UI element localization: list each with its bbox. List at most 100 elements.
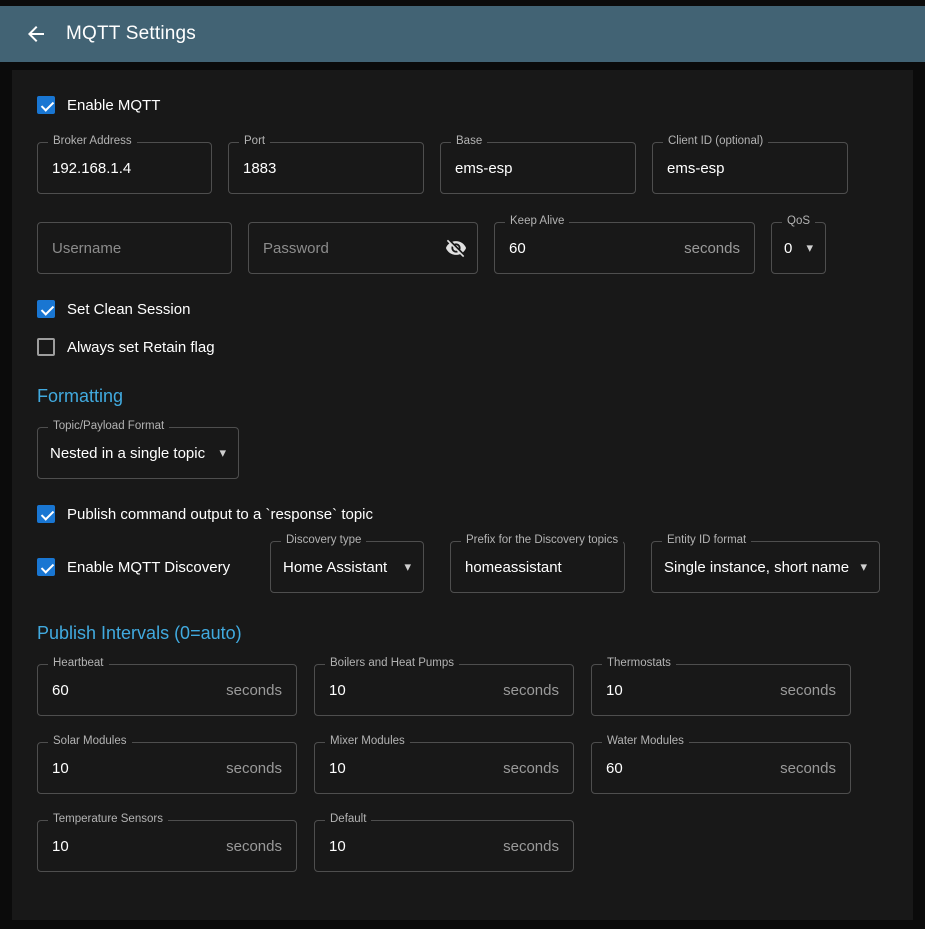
- interval-input[interactable]: [38, 760, 226, 777]
- entity-id-format-select[interactable]: Entity ID format Single instance, short …: [651, 541, 880, 593]
- broker-address-label: Broker Address: [48, 135, 137, 147]
- interval-suffix: seconds: [226, 838, 296, 855]
- connection-field-row: Broker Address Port Base Client ID (opti…: [37, 142, 888, 194]
- interval-suffix: seconds: [780, 760, 850, 777]
- interval-field-temperature-sensors[interactable]: Temperature Sensors seconds: [37, 820, 297, 872]
- formatting-heading: Formatting: [37, 386, 888, 407]
- interval-input[interactable]: [592, 760, 780, 777]
- app-bar: MQTT Settings: [0, 6, 925, 62]
- chevron-down-icon: ▾: [850, 559, 867, 575]
- keep-alive-field[interactable]: Keep Alive seconds: [494, 222, 755, 274]
- client-id-label: Client ID (optional): [663, 135, 768, 147]
- clean-session-label: Set Clean Session: [67, 301, 190, 318]
- discovery-type-select[interactable]: Discovery type Home Assistant ▾: [270, 541, 424, 593]
- enable-mqtt-label: Enable MQTT: [67, 97, 160, 114]
- interval-input[interactable]: [315, 838, 503, 855]
- interval-field-solar[interactable]: Solar Modules seconds: [37, 742, 297, 794]
- interval-suffix: seconds: [503, 682, 573, 699]
- interval-input[interactable]: [38, 838, 226, 855]
- qos-label: QoS: [782, 215, 815, 227]
- interval-label: Heartbeat: [48, 657, 109, 669]
- keep-alive-suffix: seconds: [684, 240, 754, 257]
- interval-suffix: seconds: [503, 760, 573, 777]
- topic-format-label: Topic/Payload Format: [48, 420, 169, 432]
- enable-mqtt-checkbox[interactable]: [37, 96, 55, 114]
- entity-id-format-value: Single instance, short name: [664, 559, 849, 576]
- entity-id-format-label: Entity ID format: [662, 534, 751, 546]
- base-input[interactable]: [441, 160, 635, 177]
- publish-response-row: Publish command output to a `response` t…: [37, 505, 888, 523]
- interval-field-heartbeat[interactable]: Heartbeat seconds: [37, 664, 297, 716]
- password-field[interactable]: [248, 222, 478, 274]
- topic-format-select[interactable]: Topic/Payload Format Nested in a single …: [37, 427, 239, 479]
- qos-value: 0: [784, 240, 792, 257]
- keep-alive-label: Keep Alive: [505, 215, 569, 227]
- discovery-type-label: Discovery type: [281, 534, 366, 546]
- interval-field-thermostats[interactable]: Thermostats seconds: [591, 664, 851, 716]
- intervals-heading: Publish Intervals (0=auto): [37, 623, 888, 644]
- interval-label: Default: [325, 813, 371, 825]
- port-field[interactable]: Port: [228, 142, 424, 194]
- interval-suffix: seconds: [226, 760, 296, 777]
- interval-label: Solar Modules: [48, 735, 132, 747]
- discovery-enable-checkbox[interactable]: [37, 558, 55, 576]
- back-button[interactable]: [16, 14, 56, 54]
- interval-input[interactable]: [38, 682, 226, 699]
- enable-mqtt-row: Enable MQTT: [37, 96, 888, 114]
- interval-label: Water Modules: [602, 735, 689, 747]
- eye-off-icon[interactable]: [445, 237, 477, 259]
- interval-label: Temperature Sensors: [48, 813, 168, 825]
- discovery-prefix-label: Prefix for the Discovery topics: [461, 534, 623, 546]
- discovery-fields: Discovery type Home Assistant ▾ Prefix f…: [270, 541, 880, 593]
- client-id-field[interactable]: Client ID (optional): [652, 142, 848, 194]
- back-arrow-icon: [24, 22, 48, 46]
- interval-field-default[interactable]: Default seconds: [314, 820, 574, 872]
- retain-flag-checkbox[interactable]: [37, 338, 55, 356]
- port-input[interactable]: [229, 160, 423, 177]
- topic-format-value: Nested in a single topic: [50, 445, 205, 462]
- client-id-input[interactable]: [653, 160, 847, 177]
- interval-input[interactable]: [315, 682, 503, 699]
- password-input[interactable]: [249, 240, 445, 257]
- interval-label: Boilers and Heat Pumps: [325, 657, 459, 669]
- base-field[interactable]: Base: [440, 142, 636, 194]
- interval-field-mixer[interactable]: Mixer Modules seconds: [314, 742, 574, 794]
- interval-field-water[interactable]: Water Modules seconds: [591, 742, 851, 794]
- interval-label: Mixer Modules: [325, 735, 410, 747]
- discovery-enable-group: Enable MQTT Discovery: [37, 558, 270, 576]
- page-title: MQTT Settings: [66, 23, 196, 45]
- interval-suffix: seconds: [503, 838, 573, 855]
- broker-address-input[interactable]: [38, 160, 211, 177]
- keep-alive-input[interactable]: [495, 240, 684, 257]
- clean-session-checkbox[interactable]: [37, 300, 55, 318]
- publish-response-checkbox[interactable]: [37, 505, 55, 523]
- mqtt-discovery-row: Enable MQTT Discovery Discovery type Hom…: [37, 541, 888, 593]
- interval-input[interactable]: [315, 760, 503, 777]
- discovery-prefix-input[interactable]: [451, 559, 624, 576]
- broker-address-field[interactable]: Broker Address: [37, 142, 212, 194]
- retain-flag-label: Always set Retain flag: [67, 339, 215, 356]
- username-input[interactable]: [38, 240, 231, 257]
- interval-label: Thermostats: [602, 657, 676, 669]
- retain-flag-row: Always set Retain flag: [37, 338, 888, 356]
- publish-response-label: Publish command output to a `response` t…: [67, 506, 373, 523]
- discovery-enable-label: Enable MQTT Discovery: [67, 559, 230, 576]
- username-field[interactable]: [37, 222, 232, 274]
- base-label: Base: [451, 135, 487, 147]
- intervals-grid: Heartbeat seconds Boilers and Heat Pumps…: [37, 664, 888, 872]
- chevron-down-icon: ▾: [394, 559, 411, 575]
- credentials-field-row: Keep Alive seconds QoS 0 ▾: [37, 222, 888, 274]
- interval-suffix: seconds: [780, 682, 850, 699]
- discovery-type-value: Home Assistant: [283, 559, 387, 576]
- qos-select[interactable]: QoS 0 ▾: [771, 222, 826, 274]
- clean-session-row: Set Clean Session: [37, 300, 888, 318]
- settings-panel: Enable MQTT Broker Address Port Base Cli…: [12, 70, 913, 920]
- interval-field-boilers[interactable]: Boilers and Heat Pumps seconds: [314, 664, 574, 716]
- chevron-down-icon: ▾: [209, 445, 226, 461]
- interval-input[interactable]: [592, 682, 780, 699]
- interval-suffix: seconds: [226, 682, 296, 699]
- discovery-prefix-field[interactable]: Prefix for the Discovery topics: [450, 541, 625, 593]
- port-label: Port: [239, 135, 270, 147]
- chevron-down-icon: ▾: [796, 240, 813, 256]
- topic-format-row: Topic/Payload Format Nested in a single …: [37, 427, 888, 479]
